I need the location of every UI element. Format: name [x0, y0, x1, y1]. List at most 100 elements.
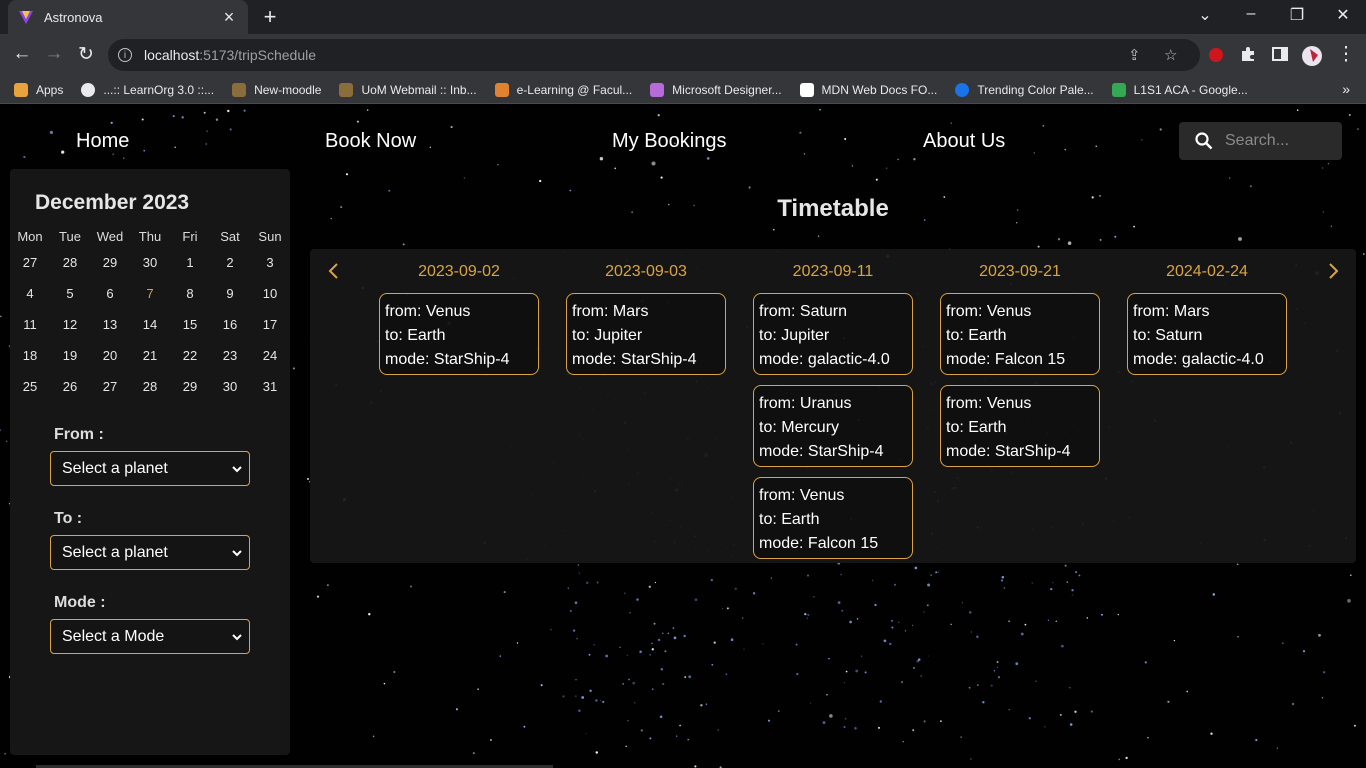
calendar-day[interactable]: 10 — [250, 286, 290, 301]
calendar-day[interactable]: 24 — [250, 348, 290, 363]
trip-card[interactable]: from: Venus to: Earth mode: StarShip-4 — [379, 293, 539, 375]
timetable-date: 2023-09-11 — [792, 263, 874, 280]
calendar-day[interactable]: 6 — [90, 286, 130, 301]
app-page: Home Book Now My Bookings About Us Searc… — [0, 109, 1366, 768]
bookmark-item[interactable]: L1S1 ACA - Google... — [1111, 82, 1248, 97]
search-input[interactable]: Search... — [1179, 122, 1342, 160]
calendar-day[interactable]: 29 — [170, 379, 210, 394]
bookmark-label: MDN Web Docs FO... — [821, 82, 938, 97]
top-navigation: Home Book Now My Bookings About Us Searc… — [0, 109, 1366, 171]
calendar-day[interactable]: 28 — [130, 379, 170, 394]
calendar-day[interactable]: 5 — [50, 286, 90, 301]
bookmark-item[interactable]: Apps — [14, 82, 63, 97]
calendar-day[interactable]: 27 — [10, 255, 50, 270]
calendar-day[interactable]: 7 — [130, 286, 170, 301]
search-icon — [1195, 132, 1213, 150]
calendar-day[interactable]: 28 — [50, 255, 90, 270]
trip-card[interactable]: from: Mars to: Saturn mode: galactic-4.0 — [1127, 293, 1287, 375]
calendar-day[interactable]: 17 — [250, 317, 290, 332]
calendar-day[interactable]: 20 — [90, 348, 130, 363]
nav-my-bookings[interactable]: My Bookings — [612, 130, 727, 153]
calendar-day[interactable]: 3 — [250, 255, 290, 270]
bookmark-item[interactable]: ...:: LearnOrg 3.0 ::... — [81, 82, 214, 97]
bookmark-star-icon[interactable]: ☆ — [1164, 46, 1177, 64]
address-bar[interactable]: i localhost:5173/tripSchedule ⇪ ☆ — [108, 39, 1200, 71]
bookmark-item[interactable]: New-moodle — [232, 82, 321, 97]
record-extension-icon[interactable] — [1208, 47, 1226, 65]
calendar-day[interactable]: 15 — [170, 317, 210, 332]
calendar-day[interactable]: 27 — [90, 379, 130, 394]
bookmark-label: UoM Webmail :: Inb... — [361, 82, 477, 97]
trip-to: to: Earth — [385, 327, 446, 344]
calendar-day[interactable]: 9 — [210, 286, 250, 301]
calendar-day[interactable]: 1 — [170, 255, 210, 270]
trip-card[interactable]: from: Mars to: Jupiter mode: StarShip-4 — [566, 293, 726, 375]
bookmark-item[interactable]: Trending Color Pale... — [955, 82, 1094, 97]
bookmark-label: e-Learning @ Facul... — [516, 82, 633, 97]
calendar-day[interactable]: 22 — [170, 348, 210, 363]
calendar-day[interactable]: 21 — [130, 348, 170, 363]
calendar-day[interactable]: 11 — [10, 317, 50, 332]
from-planet-select[interactable]: Select a planet — [50, 451, 250, 486]
to-planet-select[interactable]: Select a planet — [50, 535, 250, 570]
calendar-day[interactable]: 31 — [250, 379, 290, 394]
reload-icon[interactable]: ↻ — [74, 43, 98, 66]
previous-dates-arrow-icon[interactable] — [326, 261, 342, 281]
weekday-label: Wed — [96, 229, 124, 244]
mode-select[interactable]: Select a Mode — [50, 619, 250, 654]
calendar-day[interactable]: 30 — [130, 255, 170, 270]
trip-card[interactable]: from: Uranus to: Mercury mode: StarShip-4 — [753, 385, 913, 467]
calendar-day[interactable]: 2 — [210, 255, 250, 270]
trip-to: to: Jupiter — [572, 327, 643, 344]
close-window-icon[interactable]: ✕ — [1331, 5, 1355, 25]
weekday-label: Sun — [258, 229, 282, 244]
profile-avatar[interactable] — [1301, 45, 1323, 67]
calendar-day[interactable]: 23 — [210, 348, 250, 363]
calendar-day[interactable]: 19 — [50, 348, 90, 363]
new-tab-icon[interactable]: + — [258, 4, 282, 30]
calendar-day[interactable]: 4 — [10, 286, 50, 301]
calendar-day[interactable]: 30 — [210, 379, 250, 394]
extensions-puzzle-icon[interactable] — [1240, 46, 1258, 64]
astronova-favicon-icon — [18, 9, 34, 25]
search-placeholder: Search... — [1225, 132, 1290, 149]
timetable-title: Timetable — [777, 195, 889, 222]
trip-card[interactable]: from: Venus to: Earth mode: Falcon 15 — [753, 477, 913, 559]
back-icon[interactable]: ← — [10, 43, 34, 65]
calendar-day[interactable]: 16 — [210, 317, 250, 332]
calendar-day[interactable]: 25 — [10, 379, 50, 394]
bookmark-item[interactable]: MDN Web Docs FO... — [799, 82, 938, 97]
trip-card[interactable]: from: Venus to: Earth mode: Falcon 15 — [940, 293, 1100, 375]
bookmark-item[interactable]: e-Learning @ Facul... — [494, 82, 633, 97]
calendar-day[interactable]: 18 — [10, 348, 50, 363]
browser-menu-icon[interactable]: ⋮ — [1334, 43, 1358, 66]
nav-about-us[interactable]: About Us — [923, 130, 1005, 153]
more-bookmarks-icon[interactable]: » — [1342, 81, 1350, 97]
calendar-day[interactable]: 14 — [130, 317, 170, 332]
trip-card[interactable]: from: Saturn to: Jupiter mode: galactic-4.… — [753, 293, 913, 375]
site-info-icon[interactable]: i — [118, 48, 132, 62]
tab-search-chevron-icon[interactable]: ⌄ — [1193, 5, 1217, 25]
calendar-day[interactable]: 26 — [50, 379, 90, 394]
calendar-day[interactable]: 13 — [90, 317, 130, 332]
share-icon[interactable]: ⇪ — [1128, 46, 1141, 64]
weekday-label: Tue — [59, 229, 81, 244]
side-panel-icon[interactable] — [1272, 46, 1290, 64]
browser-tab[interactable]: Astronova × — [8, 0, 248, 34]
calendar-day[interactable]: 12 — [50, 317, 90, 332]
calendar-day[interactable]: 29 — [90, 255, 130, 270]
trip-card[interactable]: from: Venus to: Earth mode: StarShip-4 — [940, 385, 1100, 467]
tab-close-icon[interactable]: × — [220, 7, 238, 28]
minimize-icon[interactable]: – — [1239, 5, 1263, 23]
restore-icon[interactable]: ❐ — [1285, 5, 1309, 25]
nav-home[interactable]: Home — [76, 130, 129, 153]
next-dates-arrow-icon[interactable] — [1325, 261, 1341, 281]
forward-icon[interactable]: → — [42, 43, 66, 65]
trip-mode: mode: galactic-4.0 — [1133, 351, 1264, 368]
nav-book-now[interactable]: Book Now — [325, 130, 416, 153]
calendar-day[interactable]: 8 — [170, 286, 210, 301]
calendar-week-row: 4 5 6 7 8 9 10 — [10, 278, 290, 309]
bookmark-item[interactable]: Microsoft Designer... — [650, 82, 782, 97]
trip-to: to: Mercury — [759, 419, 840, 436]
bookmark-item[interactable]: UoM Webmail :: Inb... — [339, 82, 477, 97]
